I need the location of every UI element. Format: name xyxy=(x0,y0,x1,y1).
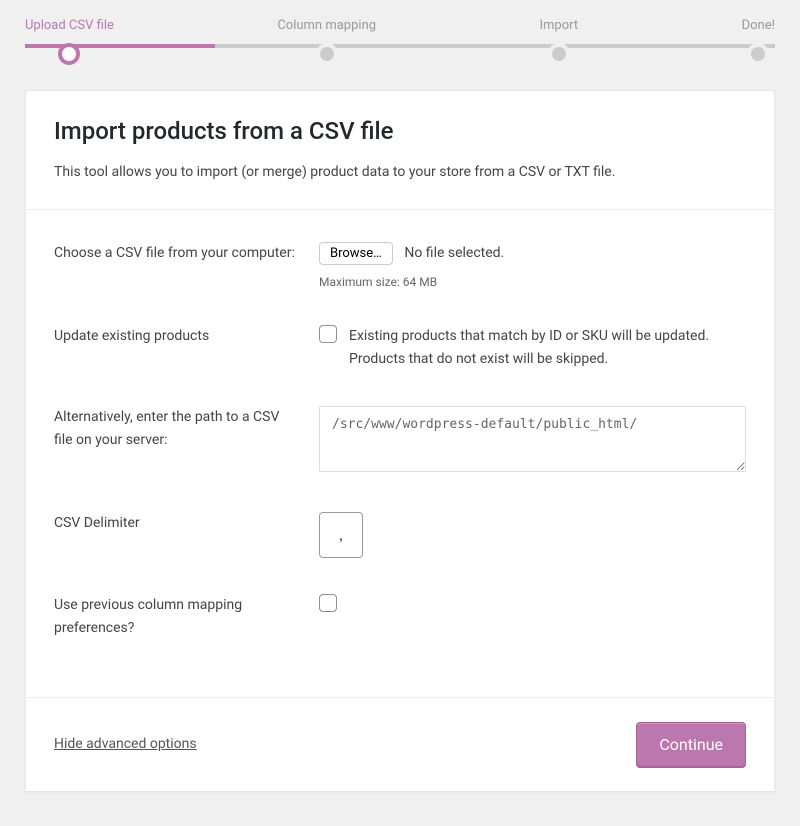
toggle-advanced-link[interactable]: Hide advanced options xyxy=(54,736,197,752)
update-existing-field: Existing products that match by ID or SK… xyxy=(319,325,746,370)
delimiter-field xyxy=(319,512,746,558)
step-done: Done! xyxy=(742,18,775,65)
browse-button[interactable]: Browse… xyxy=(319,242,393,265)
step-label: Import xyxy=(540,18,579,33)
server-path-field: /src/www/wordpress-default/public_html/ xyxy=(319,406,746,476)
step-dot-icon xyxy=(58,43,80,65)
row-prev-mapping: Use previous column mapping preferences? xyxy=(54,576,746,657)
step-import: Import xyxy=(540,18,579,65)
form-body: Choose a CSV file from your computer: Br… xyxy=(26,210,774,697)
max-size-text: Maximum size: 64 MB xyxy=(319,275,746,289)
prev-mapping-field xyxy=(319,594,746,612)
step-upload: Upload CSV file xyxy=(25,18,114,65)
file-status-text: No file selected. xyxy=(404,245,504,261)
update-existing-checkbox[interactable] xyxy=(319,325,337,343)
panel-footer: Hide advanced options Continue xyxy=(26,697,774,791)
continue-button[interactable]: Continue xyxy=(636,722,746,767)
page-title: Import products from a CSV file xyxy=(54,117,746,145)
row-choose-file: Choose a CSV file from your computer: Br… xyxy=(54,224,746,307)
choose-file-field: Browse… No file selected. Maximum size: … xyxy=(319,242,746,289)
row-delimiter: CSV Delimiter xyxy=(54,494,746,576)
step-label: Upload CSV file xyxy=(25,18,114,33)
update-existing-label: Update existing products xyxy=(54,325,319,347)
delimiter-label: CSV Delimiter xyxy=(54,512,319,534)
step-dot-icon xyxy=(548,43,570,65)
prev-mapping-label: Use previous column mapping preferences? xyxy=(54,594,319,639)
choose-file-label: Choose a CSV file from your computer: xyxy=(54,242,319,264)
import-panel: Import products from a CSV file This too… xyxy=(25,90,775,792)
progress-stepper: Upload CSV file Column mapping Import Do… xyxy=(0,0,800,65)
update-existing-desc: Existing products that match by ID or SK… xyxy=(349,325,746,370)
server-path-input[interactable]: /src/www/wordpress-default/public_html/ xyxy=(319,406,746,472)
panel-header: Import products from a CSV file This too… xyxy=(26,91,774,210)
step-column-mapping: Column mapping xyxy=(277,18,376,65)
prev-mapping-checkbox[interactable] xyxy=(319,594,337,612)
page-description: This tool allows you to import (or merge… xyxy=(54,161,746,183)
step-dot-icon xyxy=(747,43,769,65)
step-label: Column mapping xyxy=(277,18,376,33)
row-update-existing: Update existing products Existing produc… xyxy=(54,307,746,388)
step-dot-icon xyxy=(316,43,338,65)
row-server-path: Alternatively, enter the path to a CSV f… xyxy=(54,388,746,494)
delimiter-input[interactable] xyxy=(319,512,363,558)
server-path-label: Alternatively, enter the path to a CSV f… xyxy=(54,406,319,451)
step-label: Done! xyxy=(742,18,775,33)
